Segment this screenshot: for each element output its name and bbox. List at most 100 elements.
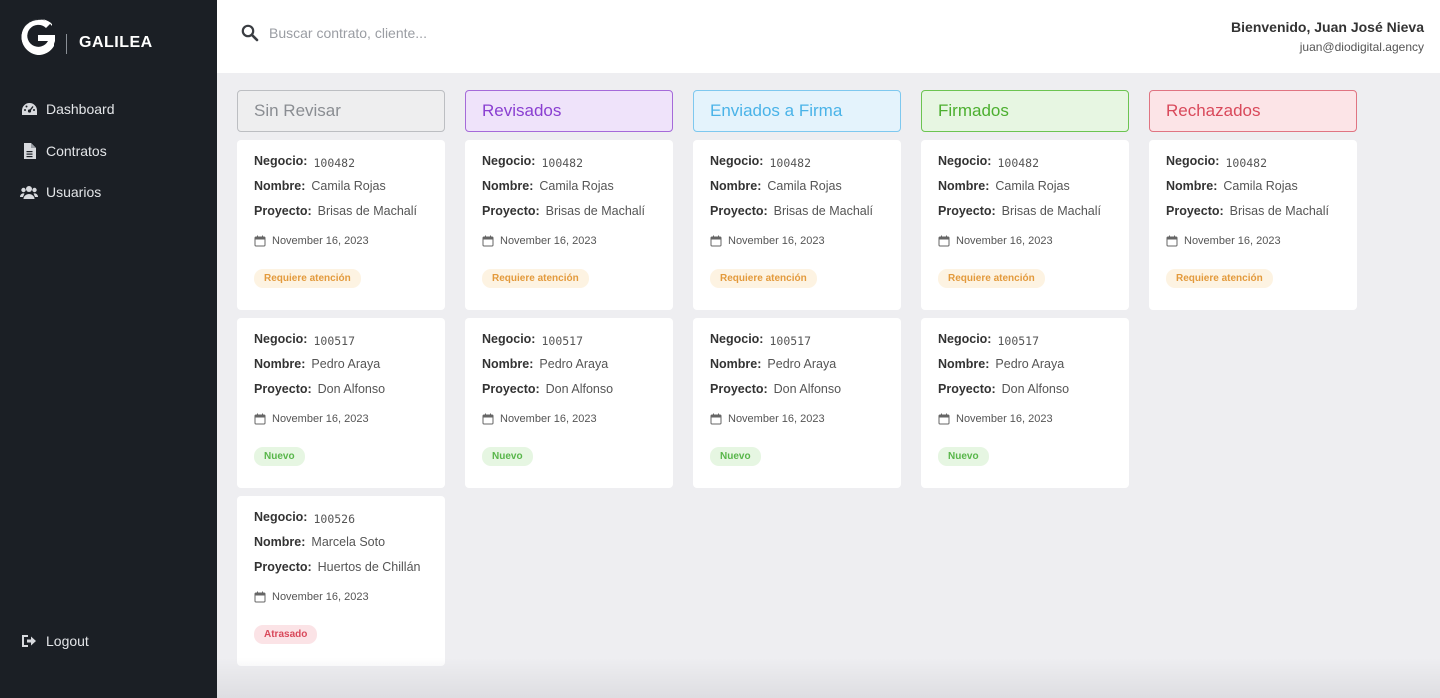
status-badge: Nuevo: [710, 447, 761, 466]
status-badge: Nuevo: [482, 447, 533, 466]
proyecto-row: Proyecto: Don Alfonso: [938, 382, 1112, 407]
negocio-value: 100517: [313, 334, 356, 348]
negocio-label: Negocio:: [482, 332, 536, 346]
proyecto-label: Proyecto:: [710, 204, 768, 218]
dashboard-icon: [20, 100, 38, 118]
top-header: Bienvenido, Juan José Nieva juan@diodigi…: [217, 0, 1440, 73]
proyecto-row: Proyecto: Brisas de Machalí: [482, 204, 656, 229]
sidebar-item-contratos[interactable]: Contratos: [20, 138, 115, 164]
nombre-label: Nombre:: [254, 535, 306, 549]
contract-card[interactable]: Negocio: 100482 Nombre: Camila Rojas Proyect…: [921, 140, 1129, 310]
calendar-icon: [254, 413, 266, 425]
logout-button[interactable]: Logout: [20, 632, 89, 650]
status-badge: Requiere atención: [710, 269, 817, 288]
date-value: November 16, 2023: [728, 413, 825, 425]
negocio-label: Negocio:: [1166, 154, 1220, 168]
negocio-row: Negocio: 100517: [710, 332, 884, 357]
date-value: November 16, 2023: [956, 413, 1053, 425]
proyecto-value: Don Alfonso: [545, 382, 614, 396]
contract-card[interactable]: Negocio: 100517 Nombre: Pedro Araya Proyecto…: [237, 318, 445, 488]
date-value: November 16, 2023: [500, 235, 597, 247]
contract-card[interactable]: Negocio: 100482 Nombre: Camila Rojas Proyect…: [1149, 140, 1357, 310]
proyecto-label: Proyecto:: [938, 382, 996, 396]
date-value: November 16, 2023: [728, 235, 825, 247]
negocio-row: Negocio: 100517: [938, 332, 1112, 357]
nombre-row: Nombre: Camila Rojas: [710, 179, 884, 204]
nombre-value: Camila Rojas: [995, 179, 1070, 193]
kanban-board: Sin Revisar Negocio: 100482 Nombre: Camila R…: [217, 73, 1440, 698]
date-row: November 16, 2023: [710, 409, 884, 429]
column-header[interactable]: Rechazados: [1149, 90, 1357, 132]
nombre-row: Nombre: Camila Rojas: [1166, 179, 1340, 204]
column-header[interactable]: Firmados: [921, 90, 1129, 132]
nombre-label: Nombre:: [938, 357, 990, 371]
contract-card[interactable]: Negocio: 100517 Nombre: Pedro Araya Proyecto…: [693, 318, 901, 488]
document-icon: [20, 142, 38, 160]
negocio-value: 100517: [997, 334, 1040, 348]
proyecto-row: Proyecto: Don Alfonso: [482, 382, 656, 407]
contract-card[interactable]: Negocio: 100482 Nombre: Camila Rojas Proyect…: [237, 140, 445, 310]
calendar-icon: [938, 235, 950, 247]
contract-card[interactable]: Negocio: 100482 Nombre: Camila Rojas Proyect…: [693, 140, 901, 310]
proyecto-value: Brisas de Machalí: [317, 204, 418, 218]
negocio-label: Negocio:: [938, 332, 992, 346]
proyecto-label: Proyecto:: [254, 204, 312, 218]
contract-card[interactable]: Negocio: 100517 Nombre: Pedro Araya Proyecto…: [465, 318, 673, 488]
negocio-row: Negocio: 100482: [254, 154, 428, 179]
negocio-value: 100482: [769, 156, 812, 170]
user-info: Bienvenido, Juan José Nieva juan@diodigi…: [1231, 19, 1424, 54]
negocio-label: Negocio:: [254, 510, 308, 524]
status-badge: Requiere atención: [482, 269, 589, 288]
nombre-value: Pedro Araya: [539, 357, 609, 371]
negocio-label: Negocio:: [254, 332, 308, 346]
search-input[interactable]: [269, 22, 589, 44]
negocio-value: 100482: [997, 156, 1040, 170]
contract-card[interactable]: Negocio: 100482 Nombre: Camila Rojas Proyect…: [465, 140, 673, 310]
negocio-value: 100482: [1225, 156, 1268, 170]
negocio-value: 100482: [313, 156, 356, 170]
column-header[interactable]: Revisados: [465, 90, 673, 132]
proyecto-row: Proyecto: Huertos de Chillán: [254, 560, 428, 585]
negocio-value: 100482: [541, 156, 584, 170]
proyecto-row: Proyecto: Brisas de Machalí: [938, 204, 1112, 229]
negocio-value: 100517: [769, 334, 812, 348]
nombre-row: Nombre: Camila Rojas: [938, 179, 1112, 204]
status-badge: Requiere atención: [938, 269, 1045, 288]
sidebar-item-label: Dashboard: [46, 101, 115, 117]
calendar-icon: [482, 235, 494, 247]
proyecto-value: Brisas de Machalí: [545, 204, 646, 218]
date-row: November 16, 2023: [254, 231, 428, 251]
negocio-label: Negocio:: [938, 154, 992, 168]
nombre-label: Nombre:: [938, 179, 990, 193]
date-row: November 16, 2023: [710, 231, 884, 251]
nombre-value: Pedro Araya: [311, 357, 381, 371]
status-badge: Nuevo: [938, 447, 989, 466]
logout-label: Logout: [46, 633, 89, 649]
proyecto-label: Proyecto:: [254, 560, 312, 574]
date-row: November 16, 2023: [938, 231, 1112, 251]
date-value: November 16, 2023: [1184, 235, 1281, 247]
calendar-icon: [1166, 235, 1178, 247]
contract-card[interactable]: Negocio: 100517 Nombre: Pedro Araya Proyecto…: [921, 318, 1129, 488]
negocio-row: Negocio: 100526: [254, 510, 428, 535]
contract-card[interactable]: Negocio: 100526 Nombre: Marcela Soto Proyect…: [237, 496, 445, 666]
column-header[interactable]: Sin Revisar: [237, 90, 445, 132]
nombre-label: Nombre:: [254, 357, 306, 371]
sidebar-item-dashboard[interactable]: Dashboard: [20, 96, 115, 122]
negocio-label: Negocio:: [710, 332, 764, 346]
negocio-label: Negocio:: [254, 154, 308, 168]
calendar-icon: [938, 413, 950, 425]
nombre-label: Nombre:: [710, 357, 762, 371]
app-logo[interactable]: GALILEA: [18, 16, 153, 58]
date-row: November 16, 2023: [254, 587, 428, 607]
proyecto-value: Don Alfonso: [317, 382, 386, 396]
column-header[interactable]: Enviados a Firma: [693, 90, 901, 132]
nombre-value: Pedro Araya: [767, 357, 837, 371]
negocio-row: Negocio: 100517: [482, 332, 656, 357]
sidebar-item-usuarios[interactable]: Usuarios: [20, 179, 115, 205]
date-value: November 16, 2023: [500, 413, 597, 425]
nombre-row: Nombre: Pedro Araya: [938, 357, 1112, 382]
date-value: November 16, 2023: [272, 591, 369, 603]
date-row: November 16, 2023: [938, 409, 1112, 429]
search-icon[interactable]: [241, 24, 259, 42]
